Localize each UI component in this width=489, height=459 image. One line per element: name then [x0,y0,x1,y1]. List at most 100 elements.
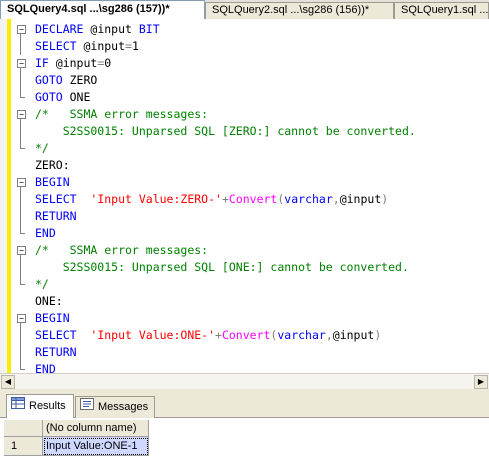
query-editor[interactable]: − DECLARE @input BIT SELECT @input=1− IF @i… [0,19,489,373]
outline-marker: − [17,106,30,123]
grid-corner-header [4,420,43,437]
code-line[interactable]: S2SS0015: Unparsed SQL [ONE:] cannot be … [0,259,489,276]
code-token: IF [35,56,56,70]
grid-cell[interactable]: Input Value:ONE-1 [43,437,149,456]
outline-end-marker [18,225,30,242]
code-token: ONE: [35,294,63,308]
code-line[interactable]: GOTO ONE [0,89,489,106]
outline-guide [18,259,30,276]
code-token: Convert [228,192,278,206]
code-line[interactable]: −/* SSMA error messages: [0,106,489,123]
code-text: IF @input=0 [35,55,111,72]
code-token: @input [332,328,375,342]
code-line[interactable]: − IF @input=0 [0,55,489,72]
grid-row-number[interactable]: 1 [4,437,43,456]
code-token: RETURN [35,345,77,359]
outline-marker: − [17,174,30,191]
code-line[interactable]: SELECT @input=1 [0,38,489,55]
collapse-icon[interactable]: − [17,110,26,119]
collapse-icon[interactable]: − [17,314,26,323]
outline-marker: − [17,55,30,72]
code-token: + [215,328,222,342]
code-line[interactable]: S2SS0015: Unparsed SQL [ZERO:] cannot be… [0,123,489,140]
code-token: @input [55,56,98,70]
code-text: DECLARE @input BIT [35,21,160,38]
code-token: 0 [104,56,112,70]
code-text: END [35,225,56,242]
code-token: SELECT [35,192,91,206]
code-text: /* SSMA error messages: [35,242,208,259]
outline-guide [18,293,30,310]
code-line[interactable]: RETURN [0,208,489,225]
tab-sqlquery4[interactable]: SQLQuery4.sql ...\sg286 (157))* [0,0,205,19]
document-tab-strip: SQLQuery4.sql ...\sg286 (157))* SQLQuery… [0,0,489,19]
collapse-icon[interactable]: − [17,59,26,68]
code-text: /* SSMA error messages: [35,106,208,123]
outline-guide [18,157,30,174]
code-token: @input [90,22,139,36]
code-line[interactable]: END [0,225,489,242]
code-text: GOTO ZERO [35,72,97,89]
code-text: SELECT 'Input Value:ZERO-'+Convert(varch… [35,191,388,208]
code-token: ) [381,192,389,206]
code-token: 'Input Value:ZERO-' [90,192,222,206]
code-token: /* SSMA error messages: [35,243,209,257]
code-text: BEGIN [35,310,70,327]
code-token: BEGIN [35,311,70,325]
outline-guide [18,38,30,55]
code-token: S2SS0015: Unparsed SQL [ONE:] cannot be … [35,260,409,274]
code-line[interactable]: */ [0,140,489,157]
scroll-left-icon[interactable]: ◀ [1,375,15,389]
code-token: 'Input Value:ONE-' [90,328,216,342]
results-grid-icon [11,395,25,417]
code-token: */ [35,141,49,155]
code-line[interactable]: SELECT 'Input Value:ZERO-'+Convert(varch… [0,191,489,208]
collapse-icon[interactable]: − [17,178,26,187]
tab-results[interactable]: Results [6,394,74,418]
results-grid[interactable]: (No column name) 1 Input Value:ONE-1 [0,418,489,459]
collapse-icon[interactable]: − [17,246,26,255]
horizontal-scrollbar[interactable]: ◀ ▶ [0,373,489,389]
code-token: 1 [131,39,139,53]
code-line[interactable]: ZERO: [0,157,489,174]
code-token: ZERO: [35,158,70,172]
code-line[interactable]: − DECLARE @input BIT [0,21,489,38]
grid-column-header[interactable]: (No column name) [43,420,149,437]
code-token: SELECT [35,328,91,342]
outline-end-marker [18,89,30,106]
tab-messages[interactable]: Messages [75,396,155,418]
outline-end-marker [18,361,30,373]
code-line[interactable]: − BEGIN [0,310,489,327]
outline-guide [18,123,30,140]
code-token: S2SS0015: Unparsed SQL [ZERO:] cannot be… [35,124,416,138]
code-line[interactable]: GOTO ZERO [0,72,489,89]
code-text: GOTO ONE [35,89,90,106]
code-token: /* SSMA error messages: [35,107,209,121]
code-text: */ [35,276,49,293]
outline-marker: − [17,242,30,259]
code-token: @input [83,39,126,53]
tab-sqlquery2[interactable]: SQLQuery2.sql ...\sg286 (156))* [205,2,394,19]
collapse-icon[interactable]: − [17,25,26,34]
code-text: SELECT 'Input Value:ONE-'+Convert(varcha… [35,327,381,344]
code-token: , [325,328,333,342]
code-line[interactable]: −/* SSMA error messages: [0,242,489,259]
code-token: END [35,362,56,373]
code-token: , [332,192,340,206]
code-token: = [125,39,132,53]
code-line[interactable]: END [0,361,489,373]
code-line[interactable]: ONE: [0,293,489,310]
outline-guide [18,191,30,208]
scroll-right-icon[interactable]: ▶ [474,375,488,389]
code-line[interactable]: */ [0,276,489,293]
code-token: @input [339,192,382,206]
code-text: SELECT @input=1 [35,38,139,55]
code-line[interactable]: RETURN [0,344,489,361]
outline-end-marker [18,140,30,157]
code-line[interactable]: − BEGIN [0,174,489,191]
tab-sqlquery1[interactable]: SQLQuery1.sql ... [394,2,489,19]
code-line[interactable]: SELECT 'Input Value:ONE-'+Convert(varcha… [0,327,489,344]
code-token: Convert [221,328,271,342]
code-text: BEGIN [35,174,70,191]
code-text: ONE: [35,293,63,310]
